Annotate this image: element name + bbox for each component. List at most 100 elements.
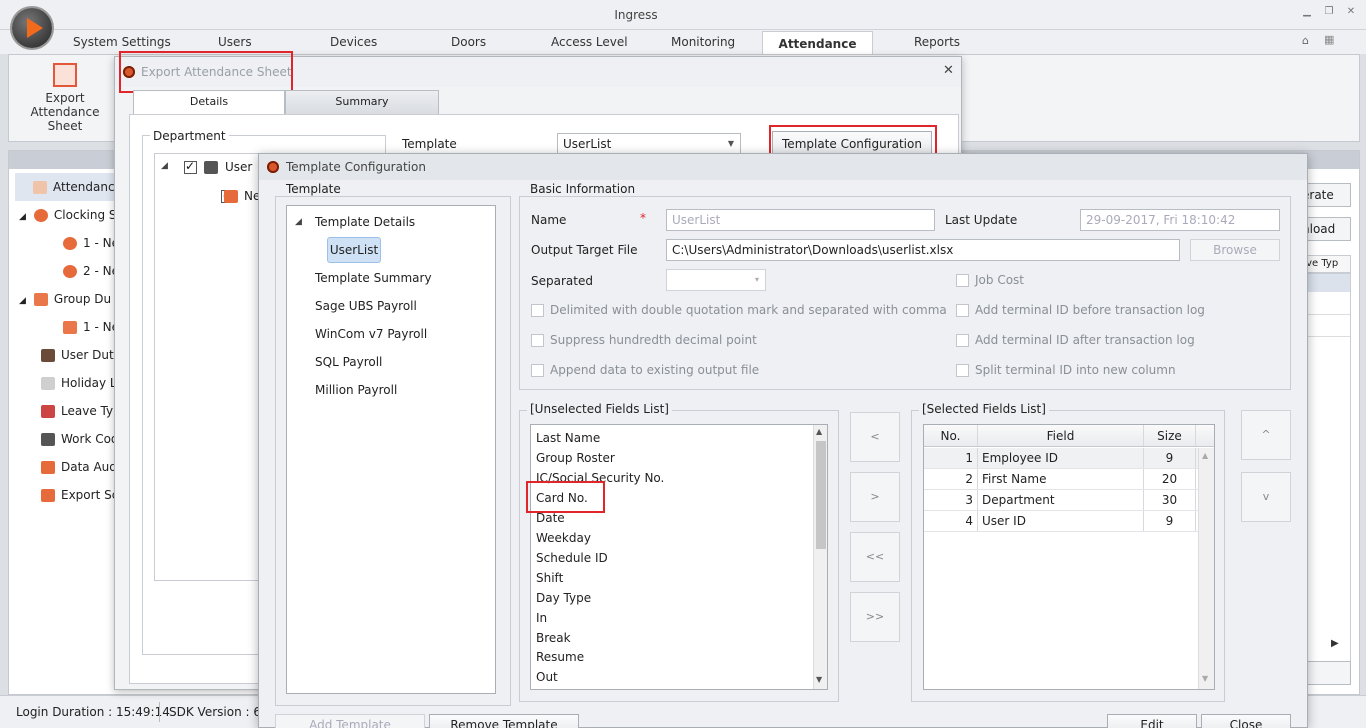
move-up-button[interactable]: ^ [1241,410,1291,460]
selected-scrollbar[interactable]: ▲ ▼ [1198,448,1214,689]
list-item[interactable]: Last Name [531,428,813,448]
selected-fields-label: [Selected Fields List] [919,402,1049,416]
scroll-thumb[interactable] [816,441,826,549]
table-row[interactable]: 1 Employee ID 9 [924,448,1198,469]
menu-doors[interactable]: Doors [451,35,486,49]
list-item[interactable]: In [531,608,813,628]
sidebar-item-data-audit[interactable]: Data Audi [15,453,123,481]
split-terminal-checkbox[interactable] [956,364,969,377]
option-job-cost[interactable]: Job Cost [956,273,1024,287]
sidebar-item-clocking-1[interactable]: 1 - Ne [15,229,123,257]
user-checkbox[interactable] [184,159,197,174]
edit-button[interactable]: Edit [1107,714,1197,728]
template-select[interactable]: UserList ▼ [557,133,741,155]
scroll-up-icon[interactable]: ▲ [816,427,822,436]
sidebar-item-leave-type[interactable]: Leave Typ [15,397,123,425]
list-item[interactable]: Break [531,628,813,648]
sidebar-item-clocking-2[interactable]: 2 - Ne [15,257,123,285]
terminal-after-checkbox[interactable] [956,334,969,347]
suppress-checkbox[interactable] [531,334,544,347]
collapse-icon[interactable]: ◢ [295,217,302,227]
browse-button[interactable]: Browse [1190,239,1280,261]
tree-wincom-payroll[interactable]: WinCom v7 Payroll [315,327,427,341]
append-checkbox[interactable] [531,364,544,377]
close-window-icon[interactable]: ✕ [1342,6,1360,22]
list-item[interactable]: Day Type [531,588,813,608]
tab-details[interactable]: Details [133,90,285,114]
restore-icon[interactable]: ❐ [1320,6,1338,22]
separated-select[interactable]: ▾ [666,269,766,291]
scroll-up-icon[interactable]: ▲ [1202,451,1208,460]
scroll-right-icon[interactable]: ▶ [1331,638,1339,649]
sidebar-item-user-duty[interactable]: User Duty [15,341,123,369]
option-terminal-before[interactable]: Add terminal ID before transaction log [956,303,1205,317]
sidebar-item-holiday[interactable]: Holiday Li [15,369,123,397]
collapse-icon[interactable]: ◢ [19,296,26,306]
move-all-left-button[interactable]: << [850,532,900,582]
list-item[interactable]: Shift [531,568,813,588]
menu-reports[interactable]: Reports [914,35,960,49]
scroll-down-icon[interactable]: ▼ [816,675,822,684]
header-size[interactable]: Size [1144,425,1196,446]
clock-icon [63,265,77,278]
job-cost-checkbox[interactable] [956,274,969,287]
close-dialog-icon[interactable]: ✕ [943,63,954,78]
unselected-scrollbar[interactable]: ▲ ▼ [813,425,827,689]
name-input[interactable]: UserList [666,209,935,231]
sidebar-item-export-schedule[interactable]: Export Sch [15,481,126,509]
sidebar-item-attendance[interactable]: Attendance [15,173,123,201]
list-item[interactable]: Schedule ID [531,548,813,568]
tree-template-summary[interactable]: Template Summary [315,271,432,285]
move-down-button[interactable]: v [1241,472,1291,522]
sidebar-item-clocking[interactable]: ◢ Clocking S [15,201,123,229]
sidebar-item-work-code[interactable]: Work Cod [15,425,123,453]
tree-sage-ubs-payroll[interactable]: Sage UBS Payroll [315,299,417,313]
add-template-button[interactable]: Add Template [275,714,425,728]
sidebar-item-group-duty[interactable]: ◢ Group Du [15,285,123,313]
table-row[interactable]: 4 User ID 9 [924,511,1198,532]
template-tree: ◢ Template Details UserList Template Sum… [286,205,496,694]
tree-template-details[interactable]: Template Details [315,215,415,229]
menu-devices[interactable]: Devices [330,35,377,49]
move-right-button[interactable]: > [850,472,900,522]
option-suppress-decimal[interactable]: Suppress hundredth decimal point [531,333,757,347]
home-icon[interactable]: ⌂ [1302,34,1309,47]
tab-summary[interactable]: Summary [285,90,439,114]
option-split-terminal[interactable]: Split terminal ID into new column [956,363,1176,377]
table-row[interactable]: 2 First Name 20 [924,469,1198,490]
sidebar-item-label: Data Audi [61,460,121,474]
tree-million-payroll[interactable]: Million Payroll [315,383,397,397]
table-row[interactable]: 3 Department 30 [924,490,1198,511]
collapse-icon[interactable]: ◢ [19,212,26,222]
collapse-icon[interactable]: ◢ [161,161,168,171]
header-field[interactable]: Field [978,425,1144,446]
layout-icon[interactable]: ▦ [1324,33,1334,46]
move-left-button[interactable]: < [850,412,900,462]
sidebar-item-group-duty-1[interactable]: 1 - Ne [15,313,123,341]
menu-monitoring[interactable]: Monitoring [671,35,735,49]
menu-access-level[interactable]: Access Level [551,35,628,49]
list-item[interactable]: Weekday [531,528,813,548]
menu-attendance[interactable]: Attendance [762,31,873,55]
delimited-checkbox[interactable] [531,304,544,317]
list-item[interactable]: Group Roster [531,448,813,468]
minimize-icon[interactable]: ▁ [1298,6,1316,22]
scroll-down-icon[interactable]: ▼ [1202,674,1208,683]
terminal-before-checkbox[interactable] [956,304,969,317]
option-delimited[interactable]: Delimited with double quotation mark and… [531,303,947,317]
tree-userlist[interactable]: UserList [327,237,381,263]
export-attendance-sheet-button[interactable]: Export Attendance Sheet [13,63,117,133]
menu-system-settings[interactable]: System Settings [73,35,171,49]
remove-template-button[interactable]: Remove Template [429,714,579,728]
header-no[interactable]: No. [924,425,978,446]
option-append-data[interactable]: Append data to existing output file [531,363,759,377]
list-item[interactable]: Out [531,667,813,687]
output-target-input[interactable]: C:\Users\Administrator\Downloads\userlis… [666,239,1180,261]
menu-users[interactable]: Users [218,35,252,49]
move-all-right-button[interactable]: >> [850,592,900,642]
tree-sql-payroll[interactable]: SQL Payroll [315,355,382,369]
close-button[interactable]: Close [1201,714,1291,728]
list-item[interactable]: Resume [531,648,813,667]
option-terminal-after[interactable]: Add terminal ID after transaction log [956,333,1195,347]
app-logo-icon[interactable] [12,8,52,48]
